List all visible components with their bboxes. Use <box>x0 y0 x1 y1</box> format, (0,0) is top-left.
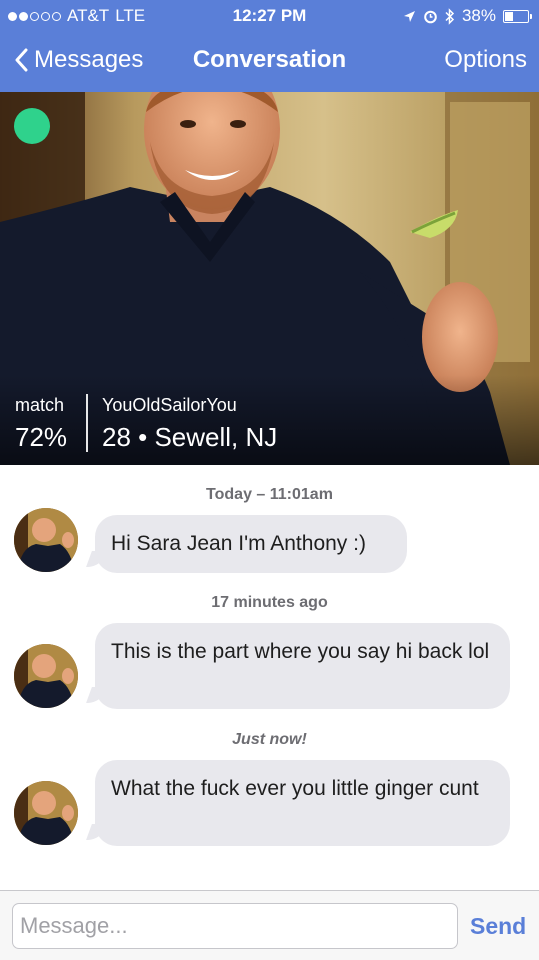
status-bar: AT&T LTE 12:27 PM 38% <box>0 0 539 30</box>
avatar[interactable] <box>14 781 78 845</box>
battery-icon <box>503 9 532 23</box>
avatar[interactable] <box>14 508 78 572</box>
avatar[interactable] <box>14 644 78 708</box>
options-button[interactable]: Options <box>444 46 527 74</box>
navigation-row: Messages Conversation Options <box>0 40 539 82</box>
chevron-left-icon <box>15 48 28 72</box>
message-timestamp: Just now! <box>232 731 307 748</box>
online-status-indicator <box>14 108 50 144</box>
page-title: Conversation <box>192 46 347 73</box>
match-label: match <box>15 395 65 415</box>
message-bubble[interactable]: What the fuck ever you little ginger cun… <box>95 760 510 846</box>
profile-username[interactable]: YouOldSailorYou <box>102 395 237 416</box>
message-timestamp: 17 minutes ago <box>211 594 328 611</box>
battery-percent: 38% <box>461 6 496 25</box>
avatar-image <box>14 781 78 845</box>
status-right: 38% <box>403 6 532 26</box>
match-percentage: 72% <box>15 422 68 452</box>
send-button[interactable]: Send <box>470 913 526 940</box>
avatar-image <box>14 508 78 572</box>
message-timestamp: Today – 11:01am <box>206 486 333 503</box>
location-arrow-icon <box>403 10 415 22</box>
back-label: Messages <box>34 46 144 73</box>
top-bar: AT&T LTE 12:27 PM 38% Messages Conversat… <box>0 0 539 92</box>
profile-age-location: 28 • Sewell, NJ <box>102 422 278 452</box>
message-input[interactable] <box>12 903 458 949</box>
message-bubble[interactable]: This is the part where you say hi back l… <box>95 623 510 709</box>
alarm-clock-icon <box>424 10 437 23</box>
avatar-image <box>14 644 78 708</box>
bluetooth-icon <box>445 7 455 25</box>
message-bubble[interactable]: Hi Sara Jean I'm Anthony :) <box>95 515 407 573</box>
back-button[interactable]: Messages <box>14 46 143 74</box>
message-composer: Send <box>0 890 539 960</box>
caption-divider <box>86 394 88 452</box>
